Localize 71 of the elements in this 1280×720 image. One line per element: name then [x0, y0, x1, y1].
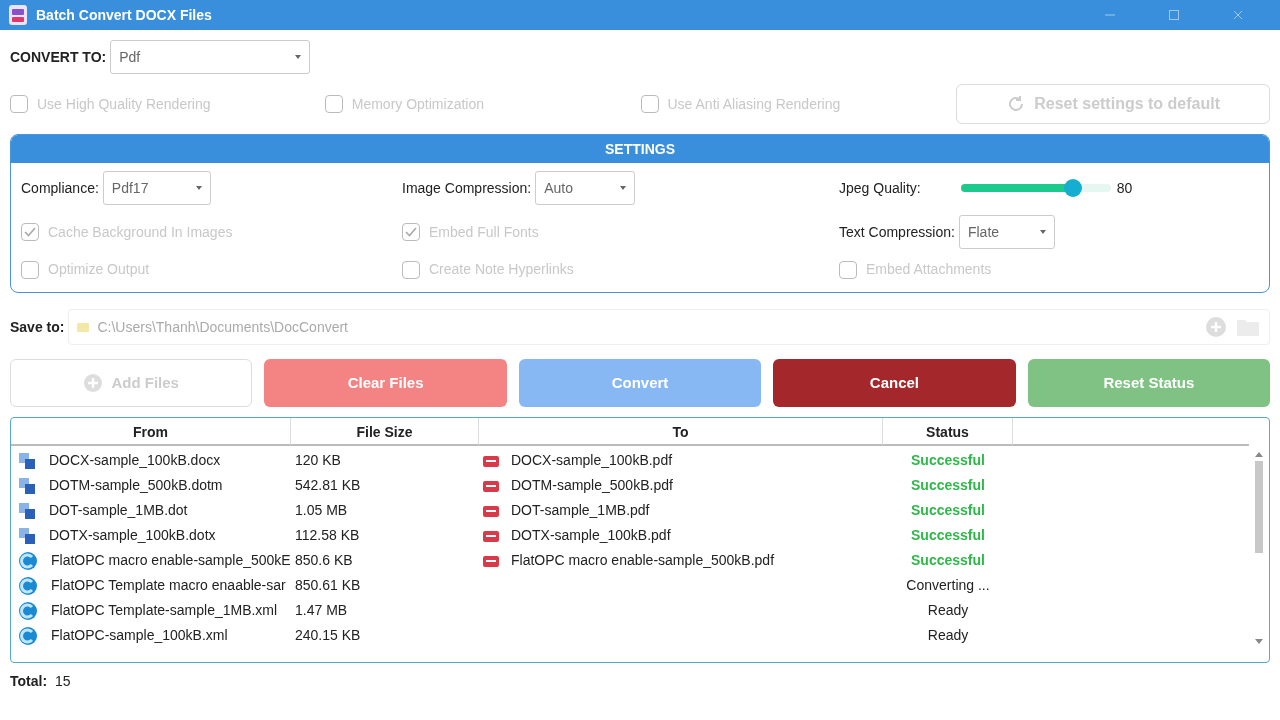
field-label: Image Compression: [402, 178, 532, 198]
table-cell-text: 542.81 KB [295, 476, 361, 495]
table-cell-text: 850.6 KB [295, 551, 353, 570]
app-icon [8, 4, 28, 26]
status-text: Successful [911, 451, 985, 470]
table-cell-text: DOTX-sample_100kB.pdf [511, 526, 671, 545]
table-cell-text: 1.05 MB [295, 501, 348, 520]
table-cell-text: DOT-sample_1MB.pdf [511, 501, 650, 520]
status-text: Successful [911, 551, 985, 570]
column-header[interactable]: From [11, 418, 291, 446]
scrollbar-thumb[interactable] [1255, 461, 1263, 553]
table-cell-text: FlatOPC-sample_100kB.xml [51, 626, 228, 645]
format-dropdown[interactable]: Pdf [110, 40, 311, 74]
table-cell-text: DOT-sample_1MB.dot [49, 501, 188, 520]
folder-icon [77, 322, 90, 332]
status-text: Successful [911, 501, 985, 520]
text-compression-dropdown[interactable]: Flate [958, 215, 1055, 249]
xml-file-icon [19, 551, 37, 570]
caret-icon [1039, 230, 1046, 234]
table-cell-text: FlatOPC macro enable-sample_500kB.pdf [511, 551, 775, 570]
action-button[interactable]: Cancel [773, 359, 1016, 407]
table-cell-text: 120 KB [295, 451, 341, 470]
image-compression-dropdown[interactable]: Auto [535, 171, 636, 205]
table-cell-text: DOTM-sample_500kB.pdf [511, 476, 673, 495]
total-count: 15 [55, 672, 71, 691]
word-document-icon [19, 502, 35, 519]
xml-file-icon [19, 601, 37, 620]
total-label: Total: [10, 672, 48, 691]
caret-icon [195, 186, 202, 190]
status-text: Successful [911, 526, 985, 545]
add-icon[interactable] [1205, 316, 1227, 338]
compliance-dropdown[interactable]: Pdf17 [102, 171, 211, 205]
scroll-up-icon[interactable] [1255, 452, 1263, 457]
status-text: Converting ... [906, 576, 990, 595]
field-label: CONVERT TO: [10, 47, 107, 67]
status-text: Ready [927, 626, 969, 645]
column-header[interactable]: File Size [291, 418, 479, 446]
field-label: Save to: [10, 317, 65, 337]
xml-file-icon [19, 576, 37, 595]
close-icon[interactable] [1232, 9, 1244, 21]
table-cell-text: 240.15 KB [295, 626, 361, 645]
slider-thumb[interactable] [1064, 179, 1083, 197]
table-cell-text: FlatOPC Template macro enaable-sar [51, 576, 286, 595]
caret-icon [620, 186, 627, 190]
table-cell-text: DOTX-sample_100kB.dotx [49, 526, 216, 545]
scroll-down-icon[interactable] [1255, 639, 1263, 644]
table-cell-text: DOCX-sample_100kB.pdf [511, 451, 673, 470]
field-label: Text Compression: [839, 222, 955, 242]
column-header[interactable]: To [479, 418, 883, 446]
column-header[interactable]: Status [883, 418, 1013, 446]
table-cell-text: 112.58 KB [295, 526, 360, 545]
word-document-icon [19, 477, 35, 494]
table-cell-text: 850.61 KB [295, 576, 361, 595]
slider-value: 80 [1116, 178, 1133, 198]
window-title: Batch Convert DOCX Files [36, 5, 212, 25]
add-icon [83, 373, 104, 393]
field-label: Jpeg Quality: [839, 178, 921, 198]
table-cell-text: DOCX-sample_100kB.docx [49, 451, 221, 470]
xml-file-icon [19, 626, 37, 645]
maximize-icon[interactable] [1168, 9, 1180, 21]
table-cell-text: FlatOPC macro enable-sample_500kE [51, 551, 291, 570]
table-cell-text: FlatOPC Template-sample_1MB.xml [51, 601, 278, 620]
table-cell-text: 1.47 MB [295, 601, 348, 620]
panel-header: SETTINGS [11, 135, 1269, 163]
table-cell-text: DOTM-sample_500kB.dotm [49, 476, 223, 495]
field-label: Compliance: [21, 178, 99, 198]
status-text: Ready [927, 601, 969, 620]
status-text: Successful [911, 476, 985, 495]
word-document-icon [19, 452, 35, 469]
caret-icon [295, 55, 302, 59]
word-document-icon [19, 527, 35, 544]
